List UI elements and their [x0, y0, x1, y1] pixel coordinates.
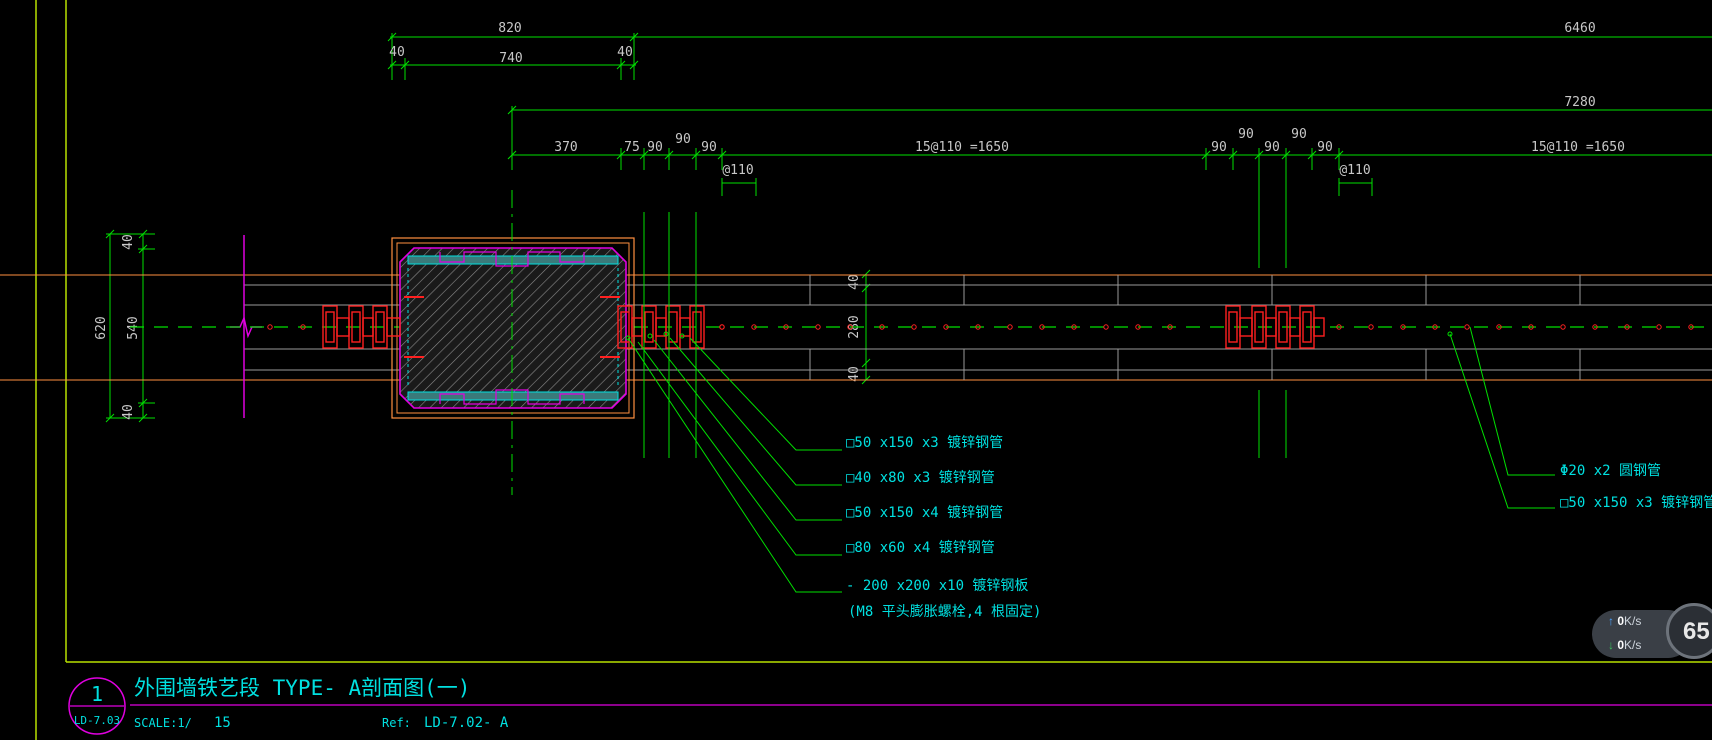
dim-6460: 6460: [1564, 21, 1595, 36]
dim-left-40: 40: [389, 45, 405, 60]
dim-90-h: 90: [1317, 140, 1333, 155]
dim-90-b: 90: [675, 132, 691, 147]
dim-at110-b: @110: [1339, 163, 1370, 178]
dim-90-c: 90: [701, 140, 717, 155]
dim-v620: 620: [94, 316, 109, 339]
network-speed-widget[interactable]: ↑ 0K/s ↓ 0K/s 65: [1592, 603, 1712, 660]
rod-dot: [719, 324, 725, 330]
upload-unit: K/s: [1624, 614, 1642, 628]
dim-right-40: 40: [617, 45, 633, 60]
rod-dot: [1103, 324, 1109, 330]
rod-dot: [1368, 324, 1374, 330]
callout-4: □80 x60 x4 镀锌钢管: [846, 539, 995, 556]
rod-dot: [911, 324, 917, 330]
dim-90-f: 90: [1264, 140, 1280, 155]
dim-mid40-top: 40: [847, 274, 862, 290]
right-callout-1: Φ20 x2 圆钢管: [1560, 463, 1661, 479]
dim-spacing-a: 15@110 =1650: [915, 140, 1009, 155]
dim-90-g: 90: [1291, 127, 1307, 142]
dim-90-d: 90: [1211, 140, 1227, 155]
download-speed: ↓ 0K/s: [1608, 638, 1641, 652]
dimension-top: [387, 32, 1712, 80]
callout-1: □50 x150 x3 镀锌钢管: [846, 434, 1003, 451]
dim-v40-top: 40: [121, 234, 136, 250]
dim-at110-a: @110: [722, 163, 753, 178]
column-section: [391, 190, 635, 495]
callout-5-note: (M8 平头膨胀螺栓,4 根固定): [848, 603, 1041, 620]
rod-dot: [1464, 324, 1470, 330]
scale-label: SCALE:1/: [134, 716, 192, 730]
dim-v40-bottom: 40: [121, 404, 136, 420]
upload-speed: ↑ 0K/s: [1608, 614, 1641, 628]
dim-mid40-bottom: 40: [847, 366, 862, 382]
scale-value: 15: [214, 715, 231, 731]
callout-5: - 200 x200 x10 镀锌钢板: [846, 577, 1028, 594]
ref-label: Ref:: [382, 716, 411, 730]
gauge-value: 65: [1683, 618, 1710, 645]
rod-dot: [1656, 324, 1662, 330]
rod-dot: [1007, 324, 1013, 330]
rail-assembly-left: [322, 305, 401, 349]
dim-740: 740: [499, 51, 522, 66]
title-number: 1: [91, 682, 103, 706]
drawing-title: 外围墙铁艺段 TYPE- A剖面图(一): [134, 676, 470, 700]
callout-2: □40 x80 x3 镀锌钢管: [846, 469, 995, 486]
ref-value: LD-7.02- A: [424, 715, 509, 731]
dim-7280: 7280: [1564, 95, 1595, 110]
download-unit: K/s: [1624, 638, 1642, 652]
title-sheet: LD-7.03: [74, 714, 120, 727]
dimension-chain: [507, 148, 1712, 196]
dim-820: 820: [498, 21, 521, 36]
dim-spacing-b: 15@110 =1650: [1531, 140, 1625, 155]
rod-dot: [815, 324, 821, 330]
dim-75: 75: [624, 140, 640, 155]
rod-dot: [267, 324, 273, 330]
leader-lines: [625, 326, 1555, 593]
download-arrow-icon: ↓: [1608, 638, 1614, 652]
dim-90-e: 90: [1238, 127, 1254, 142]
upload-arrow-icon: ↑: [1608, 614, 1614, 628]
right-callout-2: □50 x150 x3 镀锌钢管: [1560, 494, 1712, 511]
post-guides: [643, 160, 1287, 458]
cad-drawing[interactable]: 820 6460 40 740 40 7280 370 75 90 90 90 …: [0, 0, 1712, 740]
dim-370: 370: [554, 140, 577, 155]
dim-90-a: 90: [647, 140, 663, 155]
callout-3: □50 x150 x4 镀锌钢管: [846, 504, 1003, 521]
rod-dot: [1560, 324, 1566, 330]
dim-v540: 540: [126, 316, 141, 339]
